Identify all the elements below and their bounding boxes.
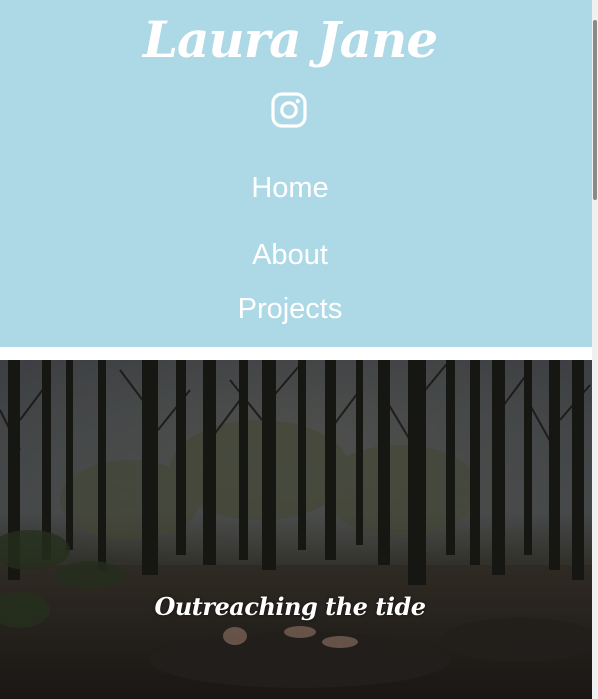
- scrollbar[interactable]: [592, 0, 598, 699]
- site-title[interactable]: Laura Jane: [0, 10, 580, 70]
- nav-link-about[interactable]: About: [0, 237, 580, 273]
- hero-caption: Outreaching the tide: [154, 592, 426, 621]
- hero-forest-image: [0, 360, 592, 699]
- nav-link-home[interactable]: Home: [0, 170, 580, 206]
- instagram-icon[interactable]: [271, 92, 307, 128]
- nav-link-projects[interactable]: Projects: [0, 291, 580, 327]
- hero-section: Outreaching the tide: [0, 360, 592, 699]
- page: Laura Jane Home About Projects Outreachi…: [0, 0, 598, 699]
- site-header: Laura Jane Home About Projects: [0, 0, 592, 347]
- scrollbar-thumb[interactable]: [593, 20, 597, 200]
